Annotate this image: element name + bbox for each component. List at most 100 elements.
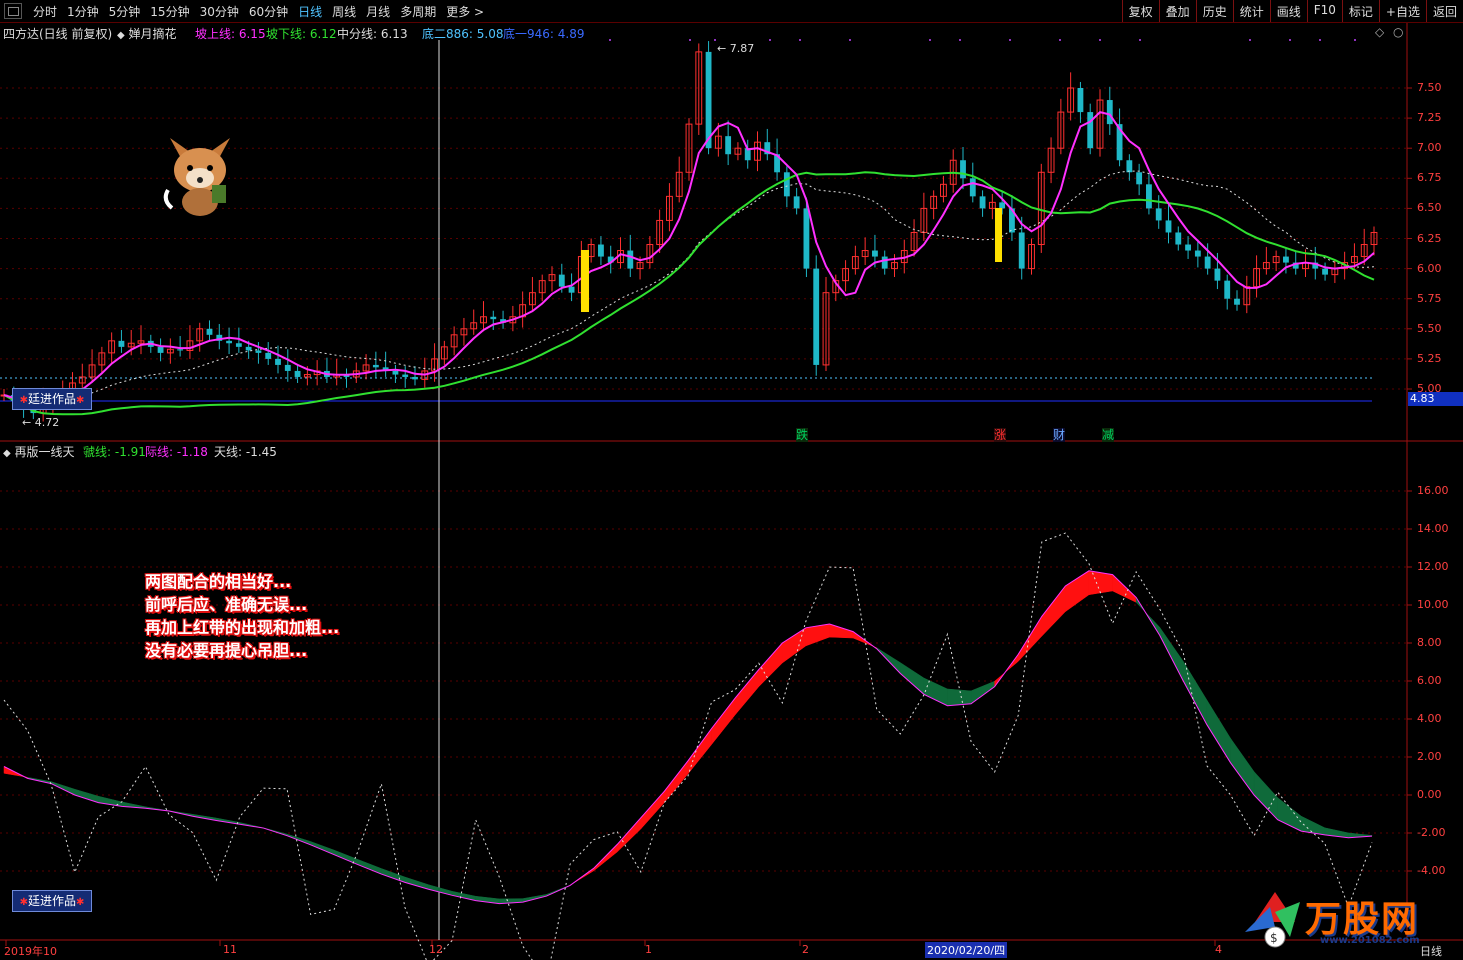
sub-axis-label: 12.00 — [1417, 560, 1449, 573]
date-label: 4 — [1215, 943, 1222, 956]
signal-bar — [995, 208, 1002, 262]
trend-band — [1159, 626, 1184, 682]
marker-dot — [1009, 39, 1011, 41]
candle-body — [1185, 244, 1191, 251]
price-axis-label: 6.25 — [1417, 231, 1442, 245]
trend-band — [923, 677, 948, 707]
candle-body — [1224, 280, 1231, 299]
price-axis-label: 5.75 — [1417, 291, 1442, 305]
candle-body — [705, 51, 712, 149]
candle-body — [999, 202, 1006, 209]
author-logo-top: ✱廷进作品✱ — [12, 388, 92, 410]
candle-body — [1155, 208, 1162, 221]
candle-body — [1146, 184, 1152, 209]
sub-indicator-title[interactable]: ◆ 再版一线天 — [3, 443, 75, 460]
author-logo-bottom: ✱廷进作品✱ — [12, 890, 92, 912]
marker-dot — [1249, 39, 1251, 41]
candle-body — [1214, 268, 1221, 281]
event-fall[interactable]: 跌 — [794, 426, 810, 443]
candle-body — [1165, 220, 1172, 233]
price-axis-label: 5.00 — [1417, 382, 1442, 395]
sub-line1-value: 虢线: -1.91 — [83, 445, 146, 459]
trend-band — [1017, 615, 1043, 663]
candle-body — [813, 268, 820, 365]
signal-bar — [581, 250, 589, 312]
event-reduce[interactable]: 减 — [1100, 426, 1116, 443]
price-axis-label: 7.25 — [1417, 111, 1442, 125]
candle-body — [969, 178, 976, 197]
candle-body — [598, 244, 604, 257]
candle-body — [1322, 268, 1328, 275]
marker-dot — [769, 39, 771, 41]
candle-body — [294, 370, 301, 377]
candle-body — [1077, 88, 1084, 113]
trend-band — [1206, 699, 1231, 764]
marker-dot — [689, 39, 691, 41]
sub-axis-label: 4.00 — [1417, 712, 1442, 725]
candle-body — [881, 256, 888, 269]
candle-body — [275, 358, 281, 365]
candle-body — [783, 172, 790, 197]
price-axis-label: 5.25 — [1417, 351, 1442, 365]
marker-dot — [609, 39, 611, 41]
candle-body — [177, 349, 184, 351]
watermark-url: www.201082.com — [1320, 935, 1420, 946]
candle-body — [1234, 298, 1240, 305]
marker-dot — [1139, 39, 1141, 41]
date-label: 1 — [645, 943, 652, 956]
trend-band — [829, 623, 854, 639]
trend-band — [357, 859, 382, 875]
candle-body — [372, 364, 379, 368]
candle-body — [960, 160, 966, 179]
candle-body — [1126, 160, 1133, 173]
trend-band — [1183, 660, 1208, 725]
candle-body — [627, 250, 634, 269]
trend-band — [947, 688, 972, 706]
price-axis-label: 6.00 — [1417, 261, 1442, 275]
candle-body — [226, 340, 232, 344]
trend-band — [758, 642, 783, 688]
trend-band — [1230, 737, 1255, 796]
marker-dot — [929, 39, 931, 41]
sub-axis-label: 8.00 — [1417, 636, 1442, 649]
candle-body — [793, 196, 800, 209]
candle-body — [1018, 232, 1025, 269]
date-label: 11 — [223, 943, 237, 956]
watermark-logo-icon: $ — [1245, 892, 1300, 948]
sub-axis-label: -2.00 — [1417, 826, 1446, 839]
date-label: 2 — [802, 943, 809, 956]
trend-band — [640, 790, 665, 830]
event-rise[interactable]: 涨 — [992, 426, 1008, 443]
trend-band — [1253, 770, 1278, 821]
candle-body — [558, 274, 565, 287]
trend-band — [333, 849, 359, 865]
candle-body — [1087, 112, 1094, 149]
price-axis-label: 6.50 — [1417, 201, 1442, 215]
price-axis-label: 7.00 — [1417, 141, 1442, 155]
date-label: 2019年10 — [4, 945, 57, 958]
candle-body — [803, 208, 810, 269]
candle-body — [1204, 256, 1211, 269]
candle-body — [255, 350, 262, 353]
price-axis-label: 5.50 — [1417, 321, 1442, 335]
marker-dot — [714, 39, 716, 41]
crosshair-date: 2020/02/20/四 — [925, 942, 1008, 958]
marker-dot — [849, 39, 851, 41]
candle-body — [568, 286, 575, 293]
marker-dot — [1354, 39, 1356, 41]
candle-body — [235, 343, 242, 347]
dropdown-icon: ◆ — [3, 448, 11, 459]
candle-body — [392, 370, 399, 375]
candle-body — [118, 340, 125, 347]
candle-body — [1194, 250, 1201, 257]
sub-axis-label: 2.00 — [1417, 750, 1442, 763]
candle-body — [1175, 232, 1182, 245]
event-finance[interactable]: 财 — [1051, 426, 1067, 443]
candle-body — [1136, 172, 1143, 185]
candle-body — [490, 316, 497, 320]
candle-body — [872, 250, 878, 257]
trend-band — [1112, 574, 1137, 603]
candle-body — [725, 136, 732, 155]
marker-dot — [1319, 39, 1321, 41]
candle-body — [1106, 100, 1113, 125]
